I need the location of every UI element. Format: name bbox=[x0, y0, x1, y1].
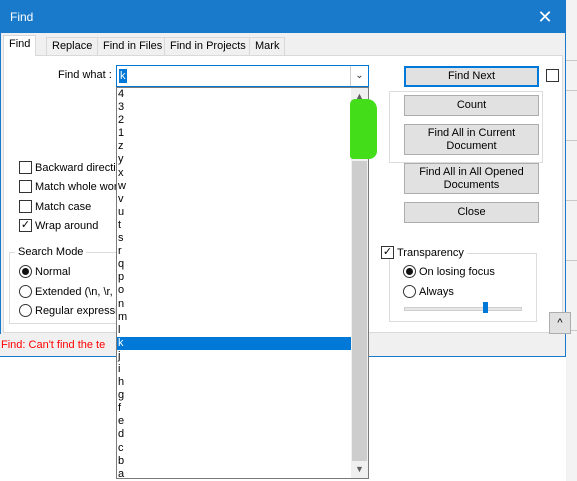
dropdown-item[interactable]: c bbox=[117, 442, 352, 455]
dropdown-item[interactable]: l bbox=[117, 324, 352, 337]
close-icon[interactable]: ✕ bbox=[525, 1, 565, 33]
search-mode-normal-label: Normal bbox=[35, 265, 71, 278]
dropdown-item[interactable]: o bbox=[117, 284, 352, 297]
transparency-mini-checkbox[interactable] bbox=[546, 69, 559, 82]
dropdown-item[interactable]: h bbox=[117, 376, 352, 389]
close-button[interactable]: Close bbox=[404, 202, 539, 223]
dropdown-item[interactable]: k bbox=[117, 336, 352, 350]
transparency-slider-track[interactable] bbox=[404, 307, 522, 311]
dropdown-item[interactable]: v bbox=[117, 193, 352, 206]
wrap-around-checkbox[interactable]: ✓ Wrap around bbox=[19, 219, 98, 232]
find-next-button[interactable]: Find Next bbox=[404, 66, 539, 87]
wrap-around-label: Wrap around bbox=[35, 219, 99, 232]
match-case-checkbox[interactable]: Match case bbox=[19, 200, 91, 213]
tab-find-in-projects[interactable]: Find in Projects bbox=[164, 37, 252, 55]
search-mode-regex-label: Regular expressi bbox=[35, 304, 118, 317]
radio-selected-icon[interactable] bbox=[19, 265, 32, 278]
radio-icon[interactable] bbox=[403, 285, 416, 298]
search-mode-normal-radio[interactable]: Normal bbox=[19, 265, 70, 278]
radio-icon[interactable] bbox=[19, 285, 32, 298]
title-bar: Find ✕ bbox=[1, 1, 565, 33]
tab-find[interactable]: Find bbox=[3, 35, 37, 56]
search-mode-extended-label: Extended (\n, \r, bbox=[35, 285, 113, 298]
checkbox-box[interactable] bbox=[19, 180, 32, 193]
dropdown-item[interactable]: u bbox=[117, 206, 352, 219]
dropdown-item[interactable]: t bbox=[117, 219, 352, 232]
dropdown-list: 4321zyxwvutsrqponmlkjihgfedcba bbox=[117, 88, 352, 478]
find-history-dropdown: 4321zyxwvutsrqponmlkjihgfedcba ▲ ▼ bbox=[116, 87, 369, 479]
tab-replace[interactable]: Replace bbox=[46, 37, 99, 55]
always-label: Always bbox=[419, 285, 454, 298]
checkbox-box[interactable] bbox=[19, 200, 32, 213]
dropdown-item[interactable]: 1 bbox=[117, 127, 352, 140]
dropdown-item[interactable]: s bbox=[117, 232, 352, 245]
tab-strip: Find Replace Find in Files Find in Proje… bbox=[3, 35, 563, 56]
find-all-current-button[interactable]: Find All in Current Document bbox=[404, 124, 539, 155]
find-what-combobox[interactable]: k ⌄ bbox=[116, 65, 369, 87]
dropdown-item[interactable]: z bbox=[117, 140, 352, 153]
dropdown-item[interactable]: 4 bbox=[117, 88, 352, 101]
background-editor-edge bbox=[566, 0, 577, 481]
dropdown-item[interactable]: p bbox=[117, 271, 352, 284]
dropdown-item[interactable]: b bbox=[117, 455, 352, 468]
dropdown-item[interactable]: 3 bbox=[117, 101, 352, 114]
transparency-label: Transparency bbox=[397, 246, 464, 259]
chevron-down-icon[interactable]: ▼ bbox=[351, 461, 368, 478]
match-whole-word-label: Match whole wor bbox=[35, 180, 118, 193]
find-all-opened-button[interactable]: Find All in All Opened Documents bbox=[404, 163, 539, 194]
find-what-label: Find what : bbox=[58, 69, 112, 81]
dropdown-item[interactable]: w bbox=[117, 180, 352, 193]
dropdown-item[interactable]: e bbox=[117, 415, 352, 428]
radio-icon[interactable] bbox=[19, 304, 32, 317]
tab-find-in-files[interactable]: Find in Files bbox=[97, 37, 169, 55]
window-title: Find bbox=[10, 10, 34, 24]
dropdown-item[interactable]: 2 bbox=[117, 114, 352, 127]
dropdown-item[interactable]: j bbox=[117, 350, 352, 363]
search-mode-title: Search Mode bbox=[15, 246, 87, 258]
find-what-value[interactable]: k bbox=[119, 69, 127, 83]
radio-selected-icon[interactable] bbox=[403, 265, 416, 278]
dropdown-item[interactable]: m bbox=[117, 311, 352, 324]
transparency-slider-thumb[interactable] bbox=[483, 302, 489, 313]
backward-direction-checkbox[interactable]: Backward directio bbox=[19, 161, 122, 174]
chevron-down-icon[interactable]: ⌄ bbox=[350, 66, 368, 86]
dropdown-item[interactable]: x bbox=[117, 167, 352, 180]
dropdown-item[interactable]: d bbox=[117, 428, 352, 441]
on-losing-focus-label: On losing focus bbox=[419, 265, 495, 278]
always-radio[interactable]: Always bbox=[403, 285, 454, 298]
annotation-highlight bbox=[350, 99, 377, 159]
scrollbar-thumb[interactable] bbox=[352, 161, 367, 461]
dropdown-item[interactable]: a bbox=[117, 468, 352, 478]
on-losing-focus-radio[interactable]: On losing focus bbox=[403, 265, 495, 278]
dropdown-item[interactable]: f bbox=[117, 402, 352, 415]
dropdown-item[interactable]: i bbox=[117, 363, 352, 376]
match-case-label: Match case bbox=[35, 200, 92, 213]
dropdown-item[interactable]: g bbox=[117, 389, 352, 402]
dropdown-item[interactable]: y bbox=[117, 153, 352, 166]
match-whole-word-checkbox[interactable]: Match whole wor bbox=[19, 180, 118, 193]
tab-mark[interactable]: Mark bbox=[249, 37, 286, 55]
dropdown-item[interactable]: q bbox=[117, 258, 352, 271]
checkbox-box[interactable] bbox=[19, 161, 32, 174]
transparency-checkbox[interactable]: ✓ Transparency bbox=[381, 246, 467, 259]
search-mode-extended-radio[interactable]: Extended (\n, \r, bbox=[19, 285, 113, 298]
search-mode-regex-radio[interactable]: Regular expressi bbox=[19, 304, 118, 317]
collapse-button[interactable]: ^ bbox=[549, 312, 571, 334]
checkmark-icon[interactable]: ✓ bbox=[381, 246, 394, 259]
backward-direction-label: Backward directio bbox=[35, 161, 122, 174]
count-button[interactable]: Count bbox=[404, 95, 539, 116]
status-message: Find: Can't find the te bbox=[1, 339, 106, 351]
dropdown-item[interactable]: n bbox=[117, 298, 352, 311]
dropdown-item[interactable]: r bbox=[117, 245, 352, 258]
checkmark-icon[interactable]: ✓ bbox=[19, 219, 32, 232]
